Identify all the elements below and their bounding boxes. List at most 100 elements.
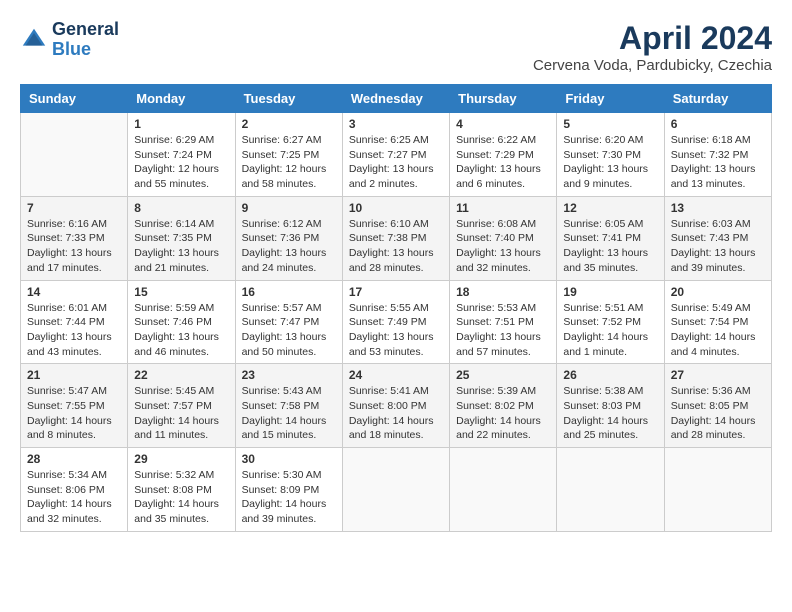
day-number: 14 bbox=[27, 285, 121, 299]
day-number: 19 bbox=[563, 285, 657, 299]
cell-content: Sunrise: 5:39 AM Sunset: 8:02 PM Dayligh… bbox=[456, 384, 550, 443]
calendar-cell: 25 Sunrise: 5:39 AM Sunset: 8:02 PM Dayli… bbox=[450, 364, 557, 448]
cell-content: Sunrise: 5:45 AM Sunset: 7:57 PM Dayligh… bbox=[134, 384, 228, 443]
day-number: 16 bbox=[242, 285, 336, 299]
day-number: 18 bbox=[456, 285, 550, 299]
cell-content: Sunrise: 6:08 AM Sunset: 7:40 PM Dayligh… bbox=[456, 217, 550, 276]
cell-content: Sunrise: 6:10 AM Sunset: 7:38 PM Dayligh… bbox=[349, 217, 443, 276]
location: Cervena Voda, Pardubicky, Czechia bbox=[533, 57, 772, 74]
cell-content: Sunrise: 6:29 AM Sunset: 7:24 PM Dayligh… bbox=[134, 133, 228, 192]
calendar-cell: 21Sunrise: 5:47 AM Sunset: 7:55 PM Dayli… bbox=[21, 364, 128, 448]
weekday-header-wednesday: Wednesday bbox=[342, 85, 449, 113]
calendar-cell: 4Sunrise: 6:22 AM Sunset: 7:29 PM Daylig… bbox=[450, 113, 557, 197]
calendar-cell: 8 Sunrise: 6:14 AM Sunset: 7:35 PM Daylig… bbox=[128, 196, 235, 280]
cell-content: Sunrise: 6:01 AM Sunset: 7:44 PM Dayligh… bbox=[27, 301, 121, 360]
calendar-cell: 20 Sunrise: 5:49 AM Sunset: 7:54 PM Dayli… bbox=[664, 280, 771, 364]
day-number: 8 bbox=[134, 201, 228, 215]
calendar-cell bbox=[557, 448, 664, 532]
day-number: 9 bbox=[242, 201, 336, 215]
day-number: 7 bbox=[27, 201, 121, 215]
cell-content: Sunrise: 6:18 AM Sunset: 7:32 PM Dayligh… bbox=[671, 133, 765, 192]
weekday-header-sunday: Sunday bbox=[21, 85, 128, 113]
cell-content: Sunrise: 6:25 AM Sunset: 7:27 PM Dayligh… bbox=[349, 133, 443, 192]
weekday-header-thursday: Thursday bbox=[450, 85, 557, 113]
logo-text: General Blue bbox=[52, 20, 119, 60]
calendar-cell bbox=[342, 448, 449, 532]
calendar-cell: 6 Sunrise: 6:18 AM Sunset: 7:32 PM Daylig… bbox=[664, 113, 771, 197]
calendar-cell: 29 Sunrise: 5:32 AM Sunset: 8:08 PM Dayli… bbox=[128, 448, 235, 532]
weekday-header-tuesday: Tuesday bbox=[235, 85, 342, 113]
logo-icon bbox=[20, 26, 48, 54]
calendar-cell bbox=[21, 113, 128, 197]
day-number: 28 bbox=[27, 452, 121, 466]
day-number: 25 bbox=[456, 368, 550, 382]
cell-content: Sunrise: 5:32 AM Sunset: 8:08 PM Dayligh… bbox=[134, 468, 228, 527]
cell-content: Sunrise: 5:53 AM Sunset: 7:51 PM Dayligh… bbox=[456, 301, 550, 360]
day-number: 3 bbox=[349, 117, 443, 131]
day-number: 15 bbox=[134, 285, 228, 299]
cell-content: Sunrise: 6:16 AM Sunset: 7:33 PM Dayligh… bbox=[27, 217, 121, 276]
day-number: 22 bbox=[134, 368, 228, 382]
weekday-header-monday: Monday bbox=[128, 85, 235, 113]
week-row-1: 1 Sunrise: 6:29 AM Sunset: 7:24 PM Daylig… bbox=[21, 113, 772, 197]
day-number: 12 bbox=[563, 201, 657, 215]
week-row-5: 28 Sunrise: 5:34 AM Sunset: 8:06 PM Dayli… bbox=[21, 448, 772, 532]
calendar-cell: 18 Sunrise: 5:53 AM Sunset: 7:51 PM Dayli… bbox=[450, 280, 557, 364]
calendar-cell: 24Sunrise: 5:41 AM Sunset: 8:00 PM Dayli… bbox=[342, 364, 449, 448]
logo-general: General bbox=[52, 20, 119, 40]
day-number: 5 bbox=[563, 117, 657, 131]
cell-content: Sunrise: 6:14 AM Sunset: 7:35 PM Dayligh… bbox=[134, 217, 228, 276]
calendar-cell: 3 Sunrise: 6:25 AM Sunset: 7:27 PM Daylig… bbox=[342, 113, 449, 197]
cell-content: Sunrise: 5:38 AM Sunset: 8:03 PM Dayligh… bbox=[563, 384, 657, 443]
cell-content: Sunrise: 5:59 AM Sunset: 7:46 PM Dayligh… bbox=[134, 301, 228, 360]
calendar-cell bbox=[664, 448, 771, 532]
cell-content: Sunrise: 5:30 AM Sunset: 8:09 PM Dayligh… bbox=[242, 468, 336, 527]
calendar-cell: 27 Sunrise: 5:36 AM Sunset: 8:05 PM Dayli… bbox=[664, 364, 771, 448]
cell-content: Sunrise: 6:12 AM Sunset: 7:36 PM Dayligh… bbox=[242, 217, 336, 276]
calendar-cell: 16 Sunrise: 5:57 AM Sunset: 7:47 PM Dayli… bbox=[235, 280, 342, 364]
cell-content: Sunrise: 5:34 AM Sunset: 8:06 PM Dayligh… bbox=[27, 468, 121, 527]
calendar-cell bbox=[450, 448, 557, 532]
cell-content: Sunrise: 5:36 AM Sunset: 8:05 PM Dayligh… bbox=[671, 384, 765, 443]
calendar-cell: 22 Sunrise: 5:45 AM Sunset: 7:57 PM Dayli… bbox=[128, 364, 235, 448]
calendar-cell: 1 Sunrise: 6:29 AM Sunset: 7:24 PM Daylig… bbox=[128, 113, 235, 197]
logo: General Blue bbox=[20, 20, 119, 60]
day-number: 23 bbox=[242, 368, 336, 382]
calendar-cell: 12Sunrise: 6:05 AM Sunset: 7:41 PM Dayli… bbox=[557, 196, 664, 280]
day-number: 10 bbox=[349, 201, 443, 215]
calendar-cell: 2Sunrise: 6:27 AM Sunset: 7:25 PM Daylig… bbox=[235, 113, 342, 197]
cell-content: Sunrise: 5:47 AM Sunset: 7:55 PM Dayligh… bbox=[27, 384, 121, 443]
calendar-cell: 14 Sunrise: 6:01 AM Sunset: 7:44 PM Dayli… bbox=[21, 280, 128, 364]
title-section: April 2024 Cervena Voda, Pardubicky, Cze… bbox=[533, 20, 772, 74]
cell-content: Sunrise: 5:49 AM Sunset: 7:54 PM Dayligh… bbox=[671, 301, 765, 360]
cell-content: Sunrise: 5:41 AM Sunset: 8:00 PM Dayligh… bbox=[349, 384, 443, 443]
calendar-cell: 28 Sunrise: 5:34 AM Sunset: 8:06 PM Dayli… bbox=[21, 448, 128, 532]
cell-content: Sunrise: 5:43 AM Sunset: 7:58 PM Dayligh… bbox=[242, 384, 336, 443]
day-number: 13 bbox=[671, 201, 765, 215]
day-number: 20 bbox=[671, 285, 765, 299]
day-number: 17 bbox=[349, 285, 443, 299]
calendar-cell: 23 Sunrise: 5:43 AM Sunset: 7:58 PM Dayli… bbox=[235, 364, 342, 448]
logo-blue: Blue bbox=[52, 40, 119, 60]
cell-content: Sunrise: 5:51 AM Sunset: 7:52 PM Dayligh… bbox=[563, 301, 657, 360]
cell-content: Sunrise: 6:20 AM Sunset: 7:30 PM Dayligh… bbox=[563, 133, 657, 192]
cell-content: Sunrise: 5:57 AM Sunset: 7:47 PM Dayligh… bbox=[242, 301, 336, 360]
calendar-cell: 9 Sunrise: 6:12 AM Sunset: 7:36 PM Daylig… bbox=[235, 196, 342, 280]
month-title: April 2024 bbox=[533, 20, 772, 57]
day-number: 27 bbox=[671, 368, 765, 382]
day-number: 29 bbox=[134, 452, 228, 466]
week-row-4: 21Sunrise: 5:47 AM Sunset: 7:55 PM Dayli… bbox=[21, 364, 772, 448]
cell-content: Sunrise: 6:03 AM Sunset: 7:43 PM Dayligh… bbox=[671, 217, 765, 276]
calendar-cell: 26Sunrise: 5:38 AM Sunset: 8:03 PM Dayli… bbox=[557, 364, 664, 448]
day-number: 1 bbox=[134, 117, 228, 131]
day-number: 6 bbox=[671, 117, 765, 131]
cell-content: Sunrise: 5:55 AM Sunset: 7:49 PM Dayligh… bbox=[349, 301, 443, 360]
weekday-header-row: SundayMondayTuesdayWednesdayThursdayFrid… bbox=[21, 85, 772, 113]
week-row-2: 7 Sunrise: 6:16 AM Sunset: 7:33 PM Daylig… bbox=[21, 196, 772, 280]
weekday-header-friday: Friday bbox=[557, 85, 664, 113]
calendar-cell: 5 Sunrise: 6:20 AM Sunset: 7:30 PM Daylig… bbox=[557, 113, 664, 197]
day-number: 2 bbox=[242, 117, 336, 131]
calendar-cell: 17 Sunrise: 5:55 AM Sunset: 7:49 PM Dayli… bbox=[342, 280, 449, 364]
calendar: SundayMondayTuesdayWednesdayThursdayFrid… bbox=[20, 84, 772, 532]
weekday-header-saturday: Saturday bbox=[664, 85, 771, 113]
